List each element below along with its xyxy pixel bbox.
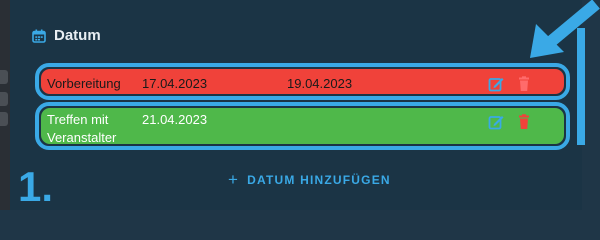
edit-icon[interactable] [488, 76, 504, 92]
section-title: Datum [54, 27, 101, 44]
date-row-start: 21.04.2023 [142, 112, 208, 127]
date-row-vorbereitung[interactable]: Vorbereitung 17.04.2023 19.04.2023 [35, 63, 570, 100]
trash-icon[interactable] [516, 76, 532, 92]
trash-icon[interactable] [516, 114, 532, 130]
date-row-end: 19.04.2023 [287, 76, 353, 91]
date-panel: Datum Vorbereitung 17.04.2023 19.04.2023 [10, 0, 582, 210]
date-row-label: Vorbereitung [47, 76, 121, 91]
date-row-body: Treffen mit Veranstalter 21.04.2023 [41, 108, 564, 145]
calendar-icon [32, 29, 46, 43]
add-date-button[interactable]: + DATUM HINZUFÜGEN [228, 171, 391, 188]
section-header: Datum [32, 27, 101, 44]
date-row-body: Vorbereitung 17.04.2023 19.04.2023 [41, 69, 564, 94]
date-row-label-line1: Treffen mit [47, 112, 109, 127]
edge-tab [0, 112, 8, 126]
edge-tab [0, 70, 8, 84]
annotation-arrow-icon [530, 0, 600, 58]
date-row-start: 17.04.2023 [142, 76, 208, 91]
date-row-label-line2: Veranstalter [47, 130, 117, 145]
plus-icon: + [228, 170, 240, 189]
left-edge-strip [0, 0, 10, 210]
date-row-treffen[interactable]: Treffen mit Veranstalter 21.04.2023 [35, 102, 570, 150]
edit-icon[interactable] [488, 114, 504, 130]
edge-tab [0, 92, 8, 106]
add-date-label: DATUM HINZUFÜGEN [247, 172, 391, 187]
step-number: 1. [18, 163, 54, 210]
